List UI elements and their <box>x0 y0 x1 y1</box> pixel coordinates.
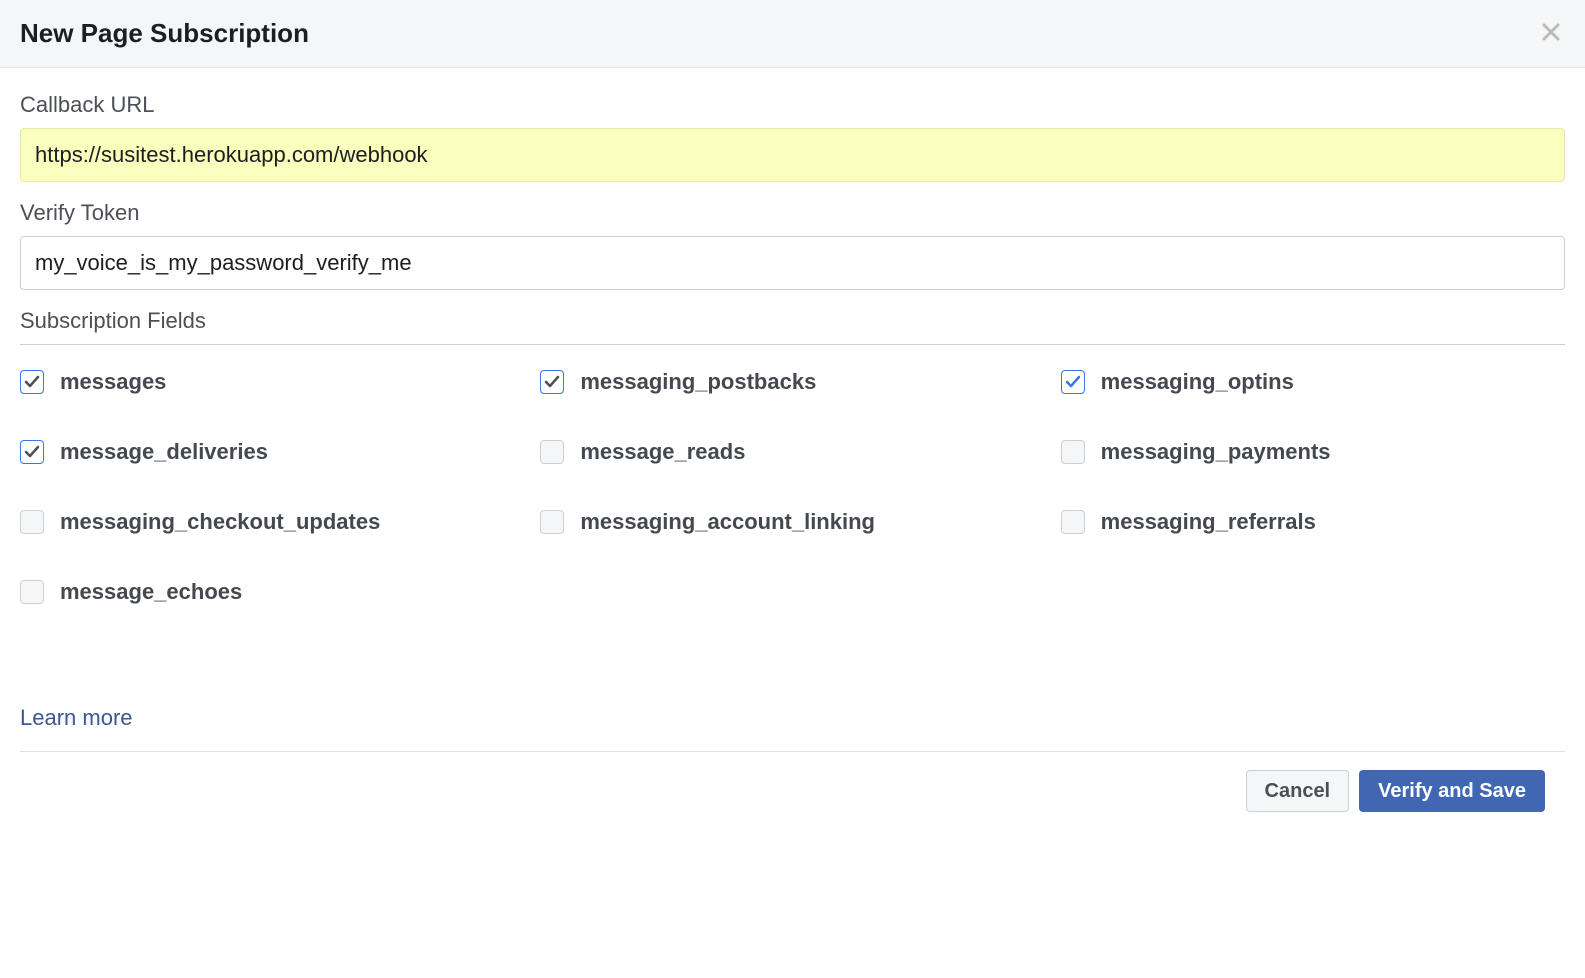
field-label: messaging_postbacks <box>580 369 816 395</box>
checkbox-message-deliveries[interactable] <box>20 440 44 464</box>
modal-title: New Page Subscription <box>20 18 309 49</box>
field-label: message_echoes <box>60 579 242 605</box>
checkbox-messages[interactable] <box>20 370 44 394</box>
field-messaging-payments: messaging_payments <box>1061 439 1565 465</box>
field-messaging-optins: messaging_optins <box>1061 369 1565 395</box>
close-button[interactable] <box>1537 18 1565 49</box>
field-message-reads: message_reads <box>540 439 1044 465</box>
field-messaging-referrals: messaging_referrals <box>1061 509 1565 535</box>
checkbox-messaging-optins[interactable] <box>1061 370 1085 394</box>
field-messaging-postbacks: messaging_postbacks <box>540 369 1044 395</box>
callback-url-label: Callback URL <box>20 92 1565 118</box>
field-message-deliveries: message_deliveries <box>20 439 524 465</box>
field-label: messages <box>60 369 166 395</box>
checkbox-message-reads[interactable] <box>540 440 564 464</box>
field-label: message_deliveries <box>60 439 268 465</box>
modal-header: New Page Subscription <box>0 0 1585 68</box>
checkbox-messaging-payments[interactable] <box>1061 440 1085 464</box>
field-label: messaging_checkout_updates <box>60 509 380 535</box>
field-message-echoes: message_echoes <box>20 579 524 605</box>
verify-save-button[interactable]: Verify and Save <box>1359 770 1545 812</box>
field-label: messaging_referrals <box>1101 509 1316 535</box>
check-icon <box>24 374 40 390</box>
learn-more-link[interactable]: Learn more <box>20 705 133 731</box>
callback-url-input[interactable] <box>20 128 1565 182</box>
checkbox-messaging-account-linking[interactable] <box>540 510 564 534</box>
verify-token-label: Verify Token <box>20 200 1565 226</box>
subscription-fields-label: Subscription Fields <box>20 308 1565 334</box>
modal-body: Callback URL Verify Token Subscription F… <box>0 68 1585 751</box>
new-page-subscription-modal: New Page Subscription Callback URL Verif… <box>0 0 1585 830</box>
field-messaging-account-linking: messaging_account_linking <box>540 509 1044 535</box>
field-label: messaging_account_linking <box>580 509 875 535</box>
check-icon <box>544 374 560 390</box>
checkbox-messaging-referrals[interactable] <box>1061 510 1085 534</box>
close-icon <box>1541 22 1561 45</box>
checkbox-message-echoes[interactable] <box>20 580 44 604</box>
check-icon <box>24 444 40 460</box>
subscription-fields-grid: messages messaging_postbacks messaging_o… <box>20 345 1565 605</box>
verify-token-input[interactable] <box>20 236 1565 290</box>
modal-footer: Cancel Verify and Save <box>20 751 1565 830</box>
field-label: messaging_optins <box>1101 369 1294 395</box>
field-label: message_reads <box>580 439 745 465</box>
field-label: messaging_payments <box>1101 439 1331 465</box>
field-messages: messages <box>20 369 524 395</box>
check-icon <box>1065 374 1081 390</box>
checkbox-messaging-postbacks[interactable] <box>540 370 564 394</box>
checkbox-messaging-checkout-updates[interactable] <box>20 510 44 534</box>
field-messaging-checkout-updates: messaging_checkout_updates <box>20 509 524 535</box>
cancel-button[interactable]: Cancel <box>1246 770 1350 812</box>
